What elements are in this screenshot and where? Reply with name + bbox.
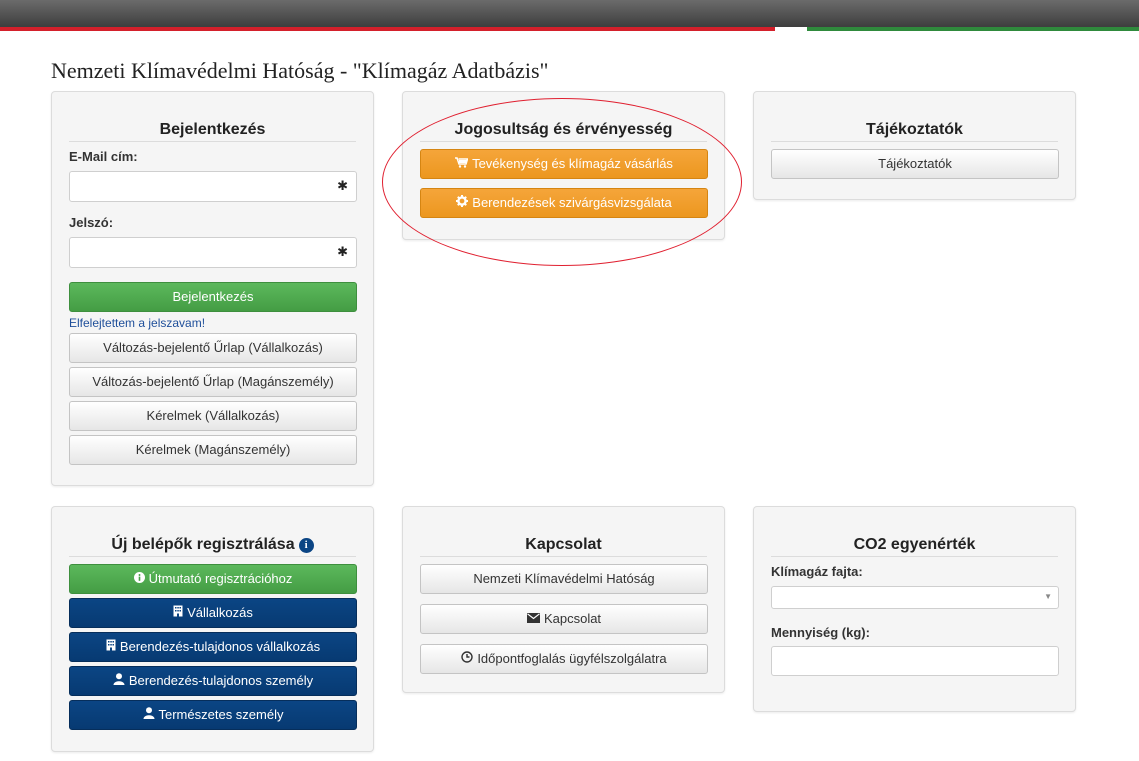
info-panel: Tájékoztatók Tájékoztatók [753,91,1076,200]
chevron-down-icon: ▼ [1044,592,1052,601]
gas-type-label: Klímagáz fajta: [771,564,863,579]
co2-panel: CO2 egyenérték Klímagáz fajta: ▼ Mennyis… [753,506,1076,712]
register-natural-person-label: Természetes személy [158,707,284,722]
login-panel-title: Bejelentkezés [69,120,356,142]
registration-guide-label: Útmutató regisztrációhoz [148,571,293,586]
login-panel: Bejelentkezés E-Mail cím: ✱ Jelszó: ✱ Be… [51,91,374,486]
appointment-button[interactable]: Időpontfoglalás ügyfélszolgálatra [420,644,708,674]
gear-icon [456,189,469,217]
clock-icon [461,645,474,673]
appointment-label: Időpontfoglalás ügyfélszolgálatra [477,651,667,666]
info-panel-title: Tájékoztatók [771,120,1058,142]
contact-panel: Kapcsolat Nemzeti Klímavédelmi Hatóság K… [402,506,725,693]
eligibility-panel-title: Jogosultság és érvényesség [420,120,707,142]
cart-icon [455,150,469,178]
user-icon [143,701,155,729]
password-label: Jelszó: [69,215,114,230]
activity-purchase-button[interactable]: Tevékenység és klímagáz vásárlás [420,149,708,179]
info-button[interactable]: Tájékoztatók [771,149,1059,179]
register-owner-business-button[interactable]: Berendezés-tulajdonos vállalkozás [69,632,357,662]
building-icon [106,633,116,661]
quantity-field[interactable] [771,646,1059,676]
registration-guide-button[interactable]: Útmutató regisztrációhoz [69,564,357,594]
register-owner-business-label: Berendezés-tulajdonos vállalkozás [119,639,321,654]
info-circle-icon [133,565,145,593]
registration-panel-title: Új belépők regisztrálása i [69,535,356,557]
change-form-business-button[interactable]: Változás-bejelentő Űrlap (Vállalkozás) [69,333,357,363]
top-bar [0,0,1139,27]
register-business-label: Vállalkozás [187,605,253,620]
gas-type-select[interactable]: ▼ [771,586,1059,609]
requests-private-button[interactable]: Kérelmek (Magánszemély) [69,435,357,465]
flag-stripe-red [0,27,775,31]
register-business-button[interactable]: Vállalkozás [69,598,357,628]
password-field[interactable]: ✱ [69,237,357,268]
envelope-icon [526,605,540,633]
registration-title-text: Új belépők regisztrálása [111,536,295,553]
login-button[interactable]: Bejelentkezés [69,282,357,312]
leak-test-label: Berendezések szivárgásvizsgálata [472,195,672,210]
registration-panel: Új belépők regisztrálása i Útmutató regis… [51,506,374,752]
quantity-label: Mennyiség (kg): [771,625,870,640]
flag-stripe-white [775,27,807,31]
email-label: E-Mail cím: [69,149,138,164]
contact-panel-title: Kapcsolat [420,535,707,557]
building-icon [173,599,183,627]
register-natural-person-button[interactable]: Természetes személy [69,700,357,730]
register-owner-person-button[interactable]: Berendezés-tulajdonos személy [69,666,357,696]
user-icon [113,667,125,695]
requests-business-button[interactable]: Kérelmek (Vállalkozás) [69,401,357,431]
change-form-private-button[interactable]: Változás-bejelentő Űrlap (Magánszemély) [69,367,357,397]
register-owner-person-label: Berendezés-tulajdonos személy [128,673,314,688]
co2-panel-title: CO2 egyenérték [771,535,1058,557]
flag-stripe-green [807,27,1139,31]
contact-button[interactable]: Kapcsolat [420,604,708,634]
forgot-password-link[interactable]: Elfelejtettem a jelszavam! [69,316,205,330]
email-field[interactable]: ✱ [69,171,357,202]
authority-button[interactable]: Nemzeti Klímavédelmi Hatóság [420,564,708,594]
required-icon: ✱ [337,178,348,193]
info-icon[interactable]: i [298,538,314,553]
activity-purchase-label: Tevékenység és klímagáz vásárlás [472,156,673,171]
contact-label: Kapcsolat [543,611,602,626]
required-icon: ✱ [337,244,348,259]
page-title: Nemzeti Klímavédelmi Hatóság - "Klímagáz… [51,58,549,83]
leak-test-button[interactable]: Berendezések szivárgásvizsgálata [420,188,708,218]
eligibility-panel: Jogosultság és érvényesség Tevékenység é… [402,91,725,240]
